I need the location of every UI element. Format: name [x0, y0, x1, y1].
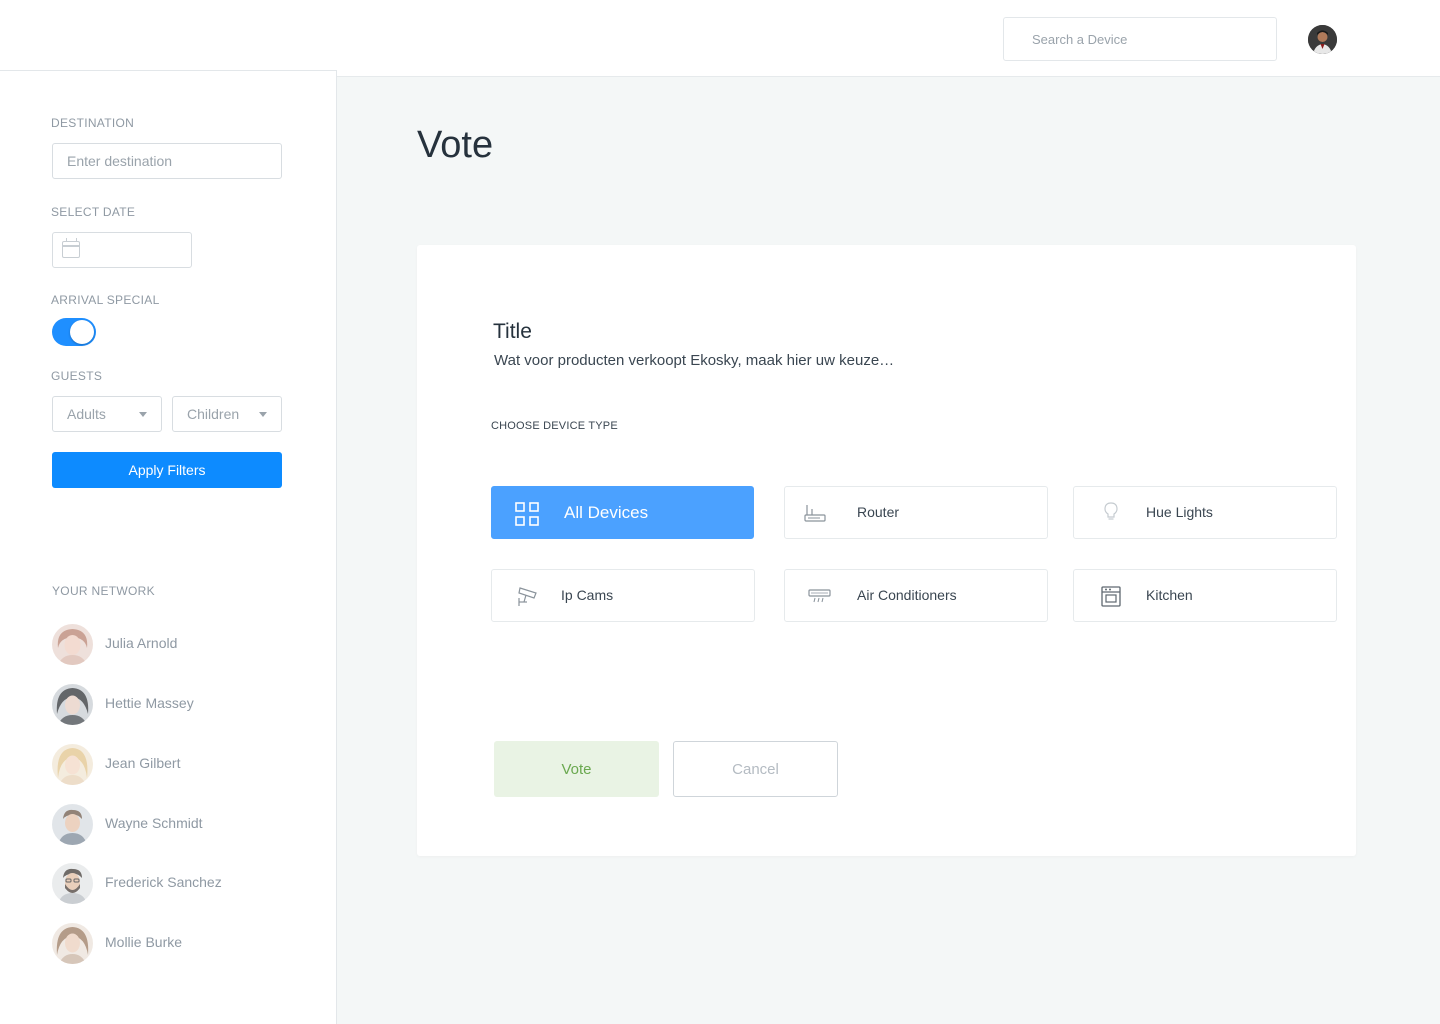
arrival-special-label: ARRIVAL SPECIAL — [51, 293, 160, 307]
children-select-value: Children — [187, 406, 240, 422]
device-option-label: Kitchen — [1146, 587, 1193, 603]
avatar — [52, 624, 93, 665]
your-network-label: YOUR NETWORK — [52, 584, 155, 598]
device-option-ip-cams[interactable]: Ip Cams — [491, 569, 755, 622]
apply-filters-button[interactable]: Apply Filters — [52, 452, 282, 488]
select-date-label: SELECT DATE — [51, 205, 136, 219]
device-option-router[interactable]: Router — [784, 486, 1048, 539]
lightbulb-icon — [1104, 502, 1118, 520]
device-option-kitchen[interactable]: Kitchen — [1073, 569, 1337, 622]
vote-card: Title Wat voor producten verkoopt Ekosky… — [417, 245, 1356, 856]
device-option-hue-lights[interactable]: Hue Lights — [1073, 486, 1337, 539]
network-item[interactable]: Hettie Massey — [52, 684, 292, 726]
adults-select-value: Adults — [67, 406, 106, 422]
device-option-label: Air Conditioners — [857, 587, 957, 603]
network-name: Jean Gilbert — [105, 755, 181, 771]
network-item[interactable]: Wayne Schmidt — [52, 804, 292, 846]
avatar — [52, 804, 93, 845]
device-option-label: Ip Cams — [561, 587, 614, 603]
network-name: Julia Arnold — [105, 635, 178, 651]
camera-icon — [518, 587, 537, 606]
device-option-all-devices[interactable]: All Devices — [491, 486, 754, 539]
filter-sidebar: DESTINATION SELECT DATE ARRIVAL SPECIAL … — [0, 70, 337, 1024]
top-bar — [0, 0, 1440, 77]
avatar — [52, 923, 93, 964]
date-picker-input[interactable] — [52, 232, 192, 268]
grid-icon — [515, 502, 539, 526]
cancel-button[interactable]: Cancel — [673, 741, 838, 797]
card-title: Title — [493, 320, 532, 343]
arrival-special-toggle[interactable] — [52, 318, 96, 346]
avatar — [52, 744, 93, 785]
children-select[interactable]: Children — [172, 396, 282, 432]
network-name: Wayne Schmidt — [105, 815, 203, 831]
avatar — [52, 684, 93, 725]
device-search-input[interactable] — [1003, 17, 1277, 61]
chevron-down-icon — [259, 412, 267, 417]
network-name: Mollie Burke — [105, 934, 183, 950]
network-item[interactable]: Jean Gilbert — [52, 744, 292, 786]
network-name: Hettie Massey — [105, 695, 194, 711]
device-option-label: Hue Lights — [1146, 504, 1213, 520]
network-item[interactable]: Frederick Sanchez — [52, 863, 292, 905]
vote-button[interactable]: Vote — [494, 741, 659, 797]
calendar-icon — [62, 238, 80, 258]
destination-input[interactable] — [52, 143, 282, 179]
choose-device-type-label: CHOOSE DEVICE TYPE — [491, 420, 618, 432]
network-item[interactable]: Julia Arnold — [52, 624, 292, 666]
page-title: Vote — [417, 124, 494, 166]
air-conditioner-icon — [808, 589, 831, 603]
user-avatar[interactable] — [1308, 25, 1337, 54]
kitchen-icon — [1101, 586, 1121, 607]
network-name: Frederick Sanchez — [105, 874, 222, 890]
device-option-air-conditioners[interactable]: Air Conditioners — [784, 569, 1048, 622]
chevron-down-icon — [139, 412, 147, 417]
destination-label: DESTINATION — [51, 116, 135, 130]
device-option-label: Router — [857, 504, 900, 520]
avatar — [52, 863, 93, 904]
card-description: Wat voor producten verkoopt Ekosky, maak… — [494, 352, 895, 369]
guests-label: GUESTS — [51, 369, 103, 383]
toggle-knob — [70, 320, 94, 344]
network-item[interactable]: Mollie Burke — [52, 923, 292, 965]
router-icon — [804, 505, 826, 522]
device-option-label: All Devices — [564, 503, 649, 522]
adults-select[interactable]: Adults — [52, 396, 162, 432]
